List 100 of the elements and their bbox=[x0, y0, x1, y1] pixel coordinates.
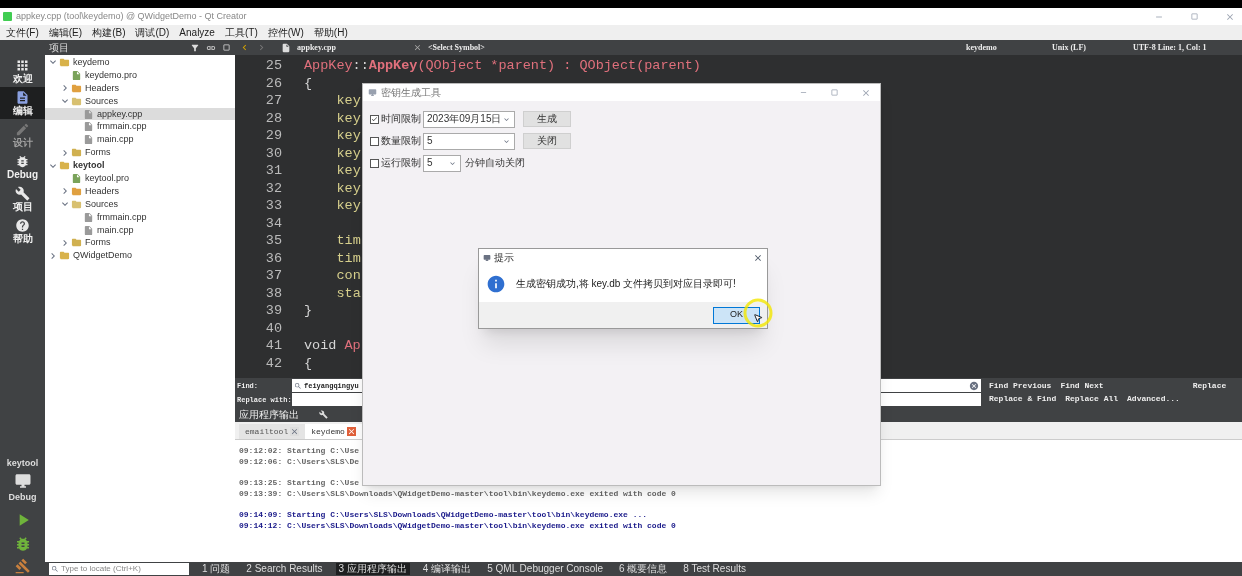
find-option-button[interactable]: Replace bbox=[1192, 381, 1227, 391]
checkbox-label: 运行限制 bbox=[381, 157, 421, 169]
tree-item[interactable]: Headers bbox=[45, 81, 235, 95]
mode-button[interactable]: 编辑 bbox=[0, 87, 45, 119]
tree-label: Sources bbox=[85, 95, 119, 107]
close-icon[interactable] bbox=[861, 87, 871, 98]
tree-label: main.cpp bbox=[97, 224, 134, 236]
tree-label: Forms bbox=[85, 147, 111, 159]
tree-item[interactable]: Headers bbox=[45, 184, 235, 198]
monitor-icon[interactable] bbox=[13, 471, 32, 490]
folder-icon bbox=[71, 95, 82, 107]
hammer-icon[interactable] bbox=[14, 558, 31, 574]
pane-button[interactable]: 2 Search Results bbox=[243, 563, 326, 575]
cursor-icon bbox=[753, 313, 763, 323]
menu-item[interactable]: 调试(D) bbox=[135, 26, 170, 39]
file-selector[interactable]: appkey.cpp bbox=[297, 41, 407, 54]
pane-button[interactable]: 1 问题 bbox=[199, 563, 234, 575]
window-icon bbox=[483, 253, 491, 262]
dropdown[interactable]: 5 bbox=[423, 132, 515, 150]
close-icon[interactable] bbox=[1225, 11, 1235, 22]
tree-item[interactable]: Sources bbox=[45, 94, 235, 108]
tree-item[interactable]: Forms bbox=[45, 146, 235, 160]
dropdown[interactable]: 5 bbox=[423, 154, 461, 172]
filter-icon[interactable] bbox=[190, 42, 200, 53]
checkbox[interactable] bbox=[370, 158, 379, 168]
line-ending-selector[interactable]: Unix (LF) bbox=[1052, 41, 1127, 54]
click-highlight-icon bbox=[743, 298, 773, 328]
mode-button[interactable]: Debug bbox=[0, 151, 45, 183]
close-icon[interactable] bbox=[346, 427, 356, 436]
checkbox[interactable] bbox=[370, 136, 379, 146]
output-line: 09:14:12: C:\Users\SLS\Downloads\QWidgetDemo-master\tool\bin\keydemo.exe exited with code 0 bbox=[239, 520, 677, 531]
menu-item[interactable]: 工具(T) bbox=[224, 26, 258, 39]
tree-label: keytool bbox=[73, 160, 105, 172]
folder-icon bbox=[59, 56, 70, 68]
output-line: 09:12:02: Starting C:\Use bbox=[239, 445, 361, 456]
pane-button[interactable]: 4 编译输出 bbox=[419, 563, 475, 575]
output-tab[interactable]: emailtool bbox=[239, 424, 306, 439]
dialog-button[interactable]: 关闭 bbox=[523, 133, 571, 149]
dialog-button[interactable]: 生成 bbox=[523, 111, 571, 127]
dropdown[interactable]: 2023年09月15日 bbox=[423, 110, 515, 128]
window-icon bbox=[368, 88, 377, 97]
symbol-selector[interactable]: <Select Symbol> bbox=[428, 41, 960, 54]
tree-item[interactable]: keydemo bbox=[45, 56, 235, 69]
message-title: 提示 bbox=[494, 251, 515, 264]
output-line: 09:13:25: Starting C:\Use bbox=[239, 477, 361, 488]
mode-button[interactable]: 欢迎 bbox=[0, 55, 45, 87]
tree-label: keytool.pro bbox=[85, 172, 130, 184]
ok-button[interactable]: OK bbox=[713, 306, 760, 324]
tree-label: Sources bbox=[85, 198, 119, 210]
tree-item[interactable]: frmmain.cpp bbox=[45, 210, 235, 224]
info-icon bbox=[486, 274, 506, 294]
file-icon bbox=[83, 108, 94, 120]
kit-build: Debug bbox=[8, 490, 37, 504]
mode-button[interactable]: 帮助 bbox=[0, 215, 45, 247]
tree-item[interactable]: main.cpp bbox=[45, 133, 235, 147]
locator-field[interactable]: Type to locate (Ctrl+K) bbox=[49, 563, 189, 575]
close-icon[interactable] bbox=[753, 252, 763, 263]
menu-item[interactable]: 帮助(H) bbox=[313, 26, 348, 39]
tree-item[interactable]: Sources bbox=[45, 197, 235, 211]
find-option-button[interactable]: Advanced... bbox=[1127, 394, 1180, 404]
tree-item[interactable]: keydemo.pro bbox=[45, 68, 235, 82]
folder-icon bbox=[71, 198, 82, 210]
encoding-position[interactable]: UTF-8 Line: 1, Col: 1 bbox=[1133, 41, 1238, 54]
find-option-button[interactable]: Replace All bbox=[1065, 394, 1119, 404]
tree-item[interactable]: keytool bbox=[45, 159, 235, 172]
output-tab[interactable]: keydemo bbox=[305, 424, 362, 439]
file-icon bbox=[83, 134, 94, 146]
tree-item[interactable]: QWidgetDemo bbox=[45, 249, 235, 263]
checkbox[interactable] bbox=[370, 114, 379, 124]
menu-item[interactable]: Analyze bbox=[179, 26, 215, 39]
file-icon bbox=[281, 42, 291, 53]
pane-button[interactable]: 5 QML Debugger Console bbox=[484, 563, 606, 575]
tree-item[interactable]: frmmain.cpp bbox=[45, 120, 235, 134]
clear-icon[interactable] bbox=[969, 380, 979, 391]
tree-label: main.cpp bbox=[97, 134, 134, 146]
search-icon bbox=[51, 565, 59, 573]
tree-label: appkey.cpp bbox=[97, 108, 143, 120]
menu-item[interactable]: 编辑(E) bbox=[48, 26, 83, 39]
tree-label: QWidgetDemo bbox=[73, 250, 133, 262]
file-icon bbox=[71, 172, 82, 184]
window-title: appkey.cpp (tool\keydemo) @ QWidgetDemo - Qt Creator bbox=[16, 9, 248, 23]
close-icon[interactable] bbox=[413, 43, 422, 52]
pane-button[interactable]: 6 概要信息 bbox=[616, 563, 671, 575]
project-selector[interactable]: keydemo bbox=[966, 41, 1046, 54]
menu-item[interactable]: 控件(W) bbox=[267, 26, 304, 39]
file-icon bbox=[83, 224, 94, 236]
find-option-button[interactable]: Replace & Find bbox=[989, 394, 1057, 404]
menu-item[interactable]: 构建(B) bbox=[92, 26, 126, 39]
tree-item[interactable]: Forms bbox=[45, 236, 235, 250]
tree-item[interactable]: main.cpp bbox=[45, 223, 235, 237]
find-option-button[interactable]: Find Previous bbox=[989, 381, 1052, 391]
pane-button[interactable]: 3 应用程序输出 bbox=[335, 563, 410, 575]
menu-item[interactable]: 文件(F) bbox=[6, 26, 39, 39]
find-option-button[interactable]: Find Next bbox=[1060, 381, 1104, 391]
tree-label: keydemo bbox=[73, 56, 110, 68]
mode-button[interactable]: 项目 bbox=[0, 183, 45, 215]
close-icon[interactable] bbox=[290, 427, 300, 436]
tree-item[interactable]: appkey.cpp bbox=[45, 107, 235, 121]
tree-item[interactable]: keytool.pro bbox=[45, 172, 235, 185]
pane-button[interactable]: 8 Test Results bbox=[680, 563, 749, 575]
